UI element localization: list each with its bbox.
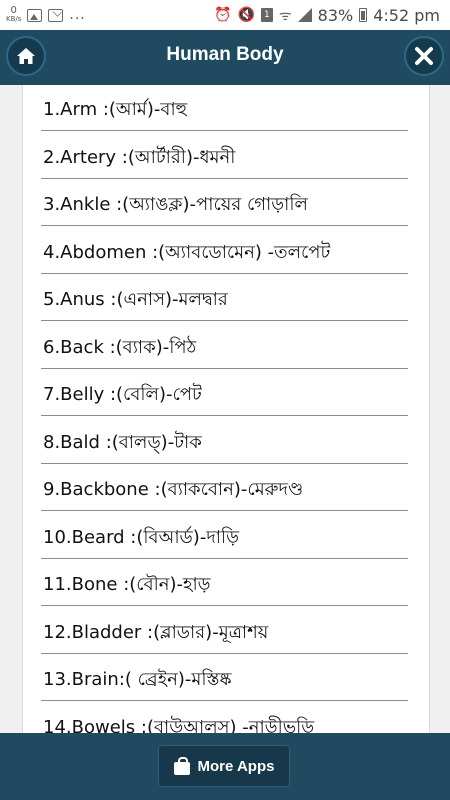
word-list-card: 1.Arm :(আর্ম)-বাহু 2.Artery :(আর্টারী)-ধম… bbox=[22, 85, 430, 733]
signal-icon bbox=[297, 8, 312, 22]
alarm-icon: ⏰ bbox=[214, 7, 232, 23]
mute-icon: 🔇 bbox=[237, 7, 255, 23]
close-button[interactable] bbox=[404, 36, 444, 76]
list-item[interactable]: 10.Beard :(বিআর্ড)-দাড়ি bbox=[41, 513, 408, 559]
battery-icon bbox=[359, 8, 368, 22]
battery-percent: 83% bbox=[317, 5, 354, 25]
list-item[interactable]: 11.Bone :(বৌন)-হাড় bbox=[41, 560, 408, 606]
more-notifications-icon: ... bbox=[69, 7, 86, 23]
network-speed: 0 KB/s bbox=[6, 6, 21, 24]
network-speed-unit: KB/s bbox=[6, 15, 22, 23]
page-title: Human Body bbox=[166, 44, 284, 65]
list-item[interactable]: 8.Bald :(বালড্)-টাক bbox=[41, 418, 408, 464]
clock: 4:52 pm bbox=[373, 5, 440, 25]
list-item[interactable]: 5.Anus :(এনাস)-মলদ্বার bbox=[41, 275, 408, 321]
list-item[interactable]: 3.Ankle :(অ্যাঙক্ল)-পায়ের গোড়ালি bbox=[41, 180, 408, 226]
list-item[interactable]: 2.Artery :(আর্টারী)-ধমনী bbox=[41, 133, 408, 179]
bottom-bar: More Apps bbox=[0, 733, 450, 800]
network-speed-value: 0 bbox=[10, 5, 17, 16]
list-item[interactable]: 13.Brain:( ব্রেইন)-মস্তিষ্ক bbox=[41, 655, 408, 701]
list-item[interactable]: 9.Backbone :(ব্যাকবোন)-মেরুদণ্ড bbox=[41, 465, 408, 511]
list-item[interactable]: 12.Bladder :(ব্লাডার)-মূত্রাশয় bbox=[41, 608, 408, 654]
mail-icon bbox=[48, 8, 64, 22]
word-list-scroll-area[interactable]: 1.Arm :(আর্ম)-বাহু 2.Artery :(আর্টারী)-ধম… bbox=[0, 85, 450, 733]
more-apps-label: More Apps bbox=[197, 757, 275, 775]
word-list: 1.Arm :(আর্ম)-বাহু 2.Artery :(আর্টারী)-ধম… bbox=[41, 85, 408, 733]
list-item[interactable]: 4.Abdomen :(অ্যাবডোমেন) -তলপেট bbox=[41, 228, 408, 274]
status-left: 0 KB/s ... bbox=[6, 4, 86, 26]
sim-slot-icon: 1 bbox=[260, 8, 273, 22]
list-item[interactable]: 1.Arm :(আর্ম)-বাহু bbox=[41, 85, 408, 131]
more-apps-button[interactable]: More Apps bbox=[158, 745, 290, 787]
app-bar: Human Body bbox=[0, 30, 450, 85]
list-item[interactable]: 14.Bowels :(বাউআল্স্) -নাড়ীভুড়ি bbox=[41, 703, 408, 734]
status-bar: 0 KB/s ... ⏰ 🔇 1 ᯤ 83% 4:52 pm bbox=[0, 0, 450, 30]
gallery-icon bbox=[27, 8, 43, 22]
list-item[interactable]: 7.Belly :(বেলি)-পেট bbox=[41, 370, 408, 416]
list-item[interactable]: 6.Back :(ব্যাক)-পিঠ bbox=[41, 323, 408, 369]
wifi-icon: ᯤ bbox=[278, 7, 292, 24]
close-icon bbox=[415, 47, 433, 65]
status-right: ⏰ 🔇 1 ᯤ 83% 4:52 pm bbox=[214, 4, 440, 26]
shopping-bag-icon bbox=[173, 757, 190, 775]
